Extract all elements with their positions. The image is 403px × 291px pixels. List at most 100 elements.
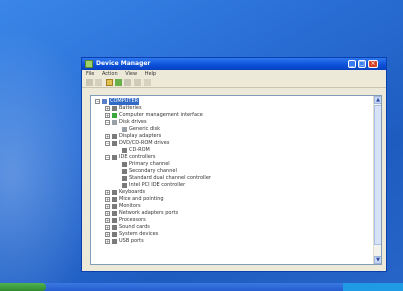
tree-item-label: Sound cards <box>119 224 150 230</box>
tree-item[interactable]: + Processors <box>93 217 369 224</box>
tree-item-label: CD-ROM <box>129 147 150 153</box>
menu-file[interactable]: File <box>86 71 94 77</box>
tree-item-label: Network adapters ports <box>119 210 179 216</box>
device-icon <box>122 169 127 174</box>
update-icon[interactable] <box>144 79 151 86</box>
tree-item[interactable]: − COMPUTER <box>93 98 369 105</box>
device-icon <box>122 148 127 153</box>
device-icon <box>102 99 107 104</box>
collapse-icon[interactable]: − <box>105 120 110 125</box>
forward-icon[interactable] <box>95 79 102 86</box>
tree-item[interactable]: + USB ports <box>93 238 369 245</box>
maximize-button[interactable]: □ <box>358 60 366 68</box>
tree-item[interactable]: + Batteries <box>93 105 369 112</box>
tree-item[interactable]: + System devices <box>93 231 369 238</box>
tree-item-label: DVD/CD-ROM drives <box>119 140 170 146</box>
tree-item[interactable]: + Mice and pointing <box>93 196 369 203</box>
tree-item[interactable]: Primary channel <box>93 161 369 168</box>
device-icon <box>112 155 117 160</box>
tree-item[interactable]: − DVD/CD-ROM drives <box>93 140 369 147</box>
minimize-button[interactable]: _ <box>348 60 356 68</box>
expand-icon[interactable]: + <box>105 218 110 223</box>
tree-item[interactable]: + Monitors <box>93 203 369 210</box>
collapse-icon[interactable]: − <box>95 99 100 104</box>
properties-icon[interactable] <box>106 79 113 86</box>
expand-icon[interactable]: + <box>105 225 110 230</box>
close-button[interactable]: × <box>368 60 378 68</box>
tree-item-label: System devices <box>119 231 159 237</box>
device-tree-pane[interactable]: − COMPUTER + Batteries + Computer management … <box>90 95 382 265</box>
title-bar[interactable]: Device Manager _ □ × <box>82 58 386 70</box>
tree-item[interactable]: + Display adapters <box>93 133 369 140</box>
device-manager-window[interactable]: Device Manager _ □ × File Action View He… <box>81 57 387 272</box>
menu-action[interactable]: Action <box>102 71 118 77</box>
expand-icon[interactable]: + <box>105 232 110 237</box>
tree-item-label: Intel PCI IDE controller <box>129 182 186 188</box>
device-icon <box>122 176 127 181</box>
expand-icon[interactable]: + <box>105 190 110 195</box>
help-icon[interactable] <box>124 79 131 86</box>
tree-item[interactable]: CD-ROM <box>93 147 369 154</box>
tree-item-label: Batteries <box>119 105 142 111</box>
device-tree: − COMPUTER + Batteries + Computer management … <box>93 98 369 245</box>
tree-item[interactable]: Secondary channel <box>93 168 369 175</box>
tree-item[interactable]: Intel PCI IDE controller <box>93 182 369 189</box>
back-icon[interactable] <box>86 79 93 86</box>
device-icon <box>112 134 117 139</box>
expand-icon[interactable]: + <box>105 134 110 139</box>
tree-item[interactable]: Standard dual channel controller <box>93 175 369 182</box>
menu-view[interactable]: View <box>125 71 137 77</box>
scroll-up-button[interactable]: ▲ <box>374 96 381 104</box>
expand-icon[interactable]: + <box>105 106 110 111</box>
device-manager-icon <box>85 60 93 68</box>
refresh-icon[interactable] <box>115 79 122 86</box>
tree-item-label: Primary channel <box>129 161 170 167</box>
window-title: Device Manager <box>96 60 151 67</box>
scroll-thumb[interactable] <box>374 105 381 245</box>
vertical-scrollbar[interactable]: ▲ ▼ <box>373 96 381 264</box>
device-icon <box>112 106 117 111</box>
expand-icon[interactable]: + <box>105 239 110 244</box>
expand-icon[interactable]: + <box>105 113 110 118</box>
system-tray <box>343 283 403 291</box>
device-icon <box>112 239 117 244</box>
expand-icon[interactable]: + <box>105 204 110 209</box>
device-icon <box>112 218 117 223</box>
tree-item-label: Keyboards <box>119 189 146 195</box>
collapse-icon[interactable]: − <box>105 155 110 160</box>
device-icon <box>112 113 117 118</box>
tree-item-label: Standard dual channel controller <box>129 175 211 181</box>
tree-item[interactable]: + Keyboards <box>93 189 369 196</box>
tree-item-label: Computer management interface <box>119 112 203 118</box>
tree-item-label: Mice and pointing <box>119 196 164 202</box>
scroll-down-button[interactable]: ▼ <box>374 256 381 264</box>
tree-item[interactable]: Generic disk <box>93 126 369 133</box>
tree-item-label: Monitors <box>119 203 141 209</box>
device-icon <box>122 183 127 188</box>
device-icon <box>112 190 117 195</box>
expand-icon[interactable]: + <box>105 197 110 202</box>
device-icon <box>122 162 127 167</box>
device-icon <box>122 127 127 132</box>
menu-bar: File Action View Help <box>82 70 386 78</box>
tree-item-label: Processors <box>119 217 146 223</box>
expand-icon[interactable]: + <box>105 211 110 216</box>
tree-item[interactable]: − IDE controllers <box>93 154 369 161</box>
tree-item[interactable]: − Disk drives <box>93 119 369 126</box>
start-button[interactable] <box>0 283 46 291</box>
menu-help[interactable]: Help <box>145 71 156 77</box>
tree-item[interactable]: + Network adapters ports <box>93 210 369 217</box>
tree-item-label: COMPUTER <box>109 98 140 105</box>
tree-item-label: Secondary channel <box>129 168 177 174</box>
collapse-icon[interactable]: − <box>105 141 110 146</box>
device-icon <box>112 197 117 202</box>
scan-icon[interactable] <box>134 79 141 86</box>
taskbar <box>0 283 403 291</box>
tree-item[interactable]: + Sound cards <box>93 224 369 231</box>
device-icon <box>112 211 117 216</box>
tree-item[interactable]: + Computer management interface <box>93 112 369 119</box>
tree-item-label: IDE controllers <box>119 154 156 160</box>
device-icon <box>112 120 117 125</box>
tree-item-label: Disk drives <box>119 119 147 125</box>
tree-item-label: Generic disk <box>129 126 161 132</box>
